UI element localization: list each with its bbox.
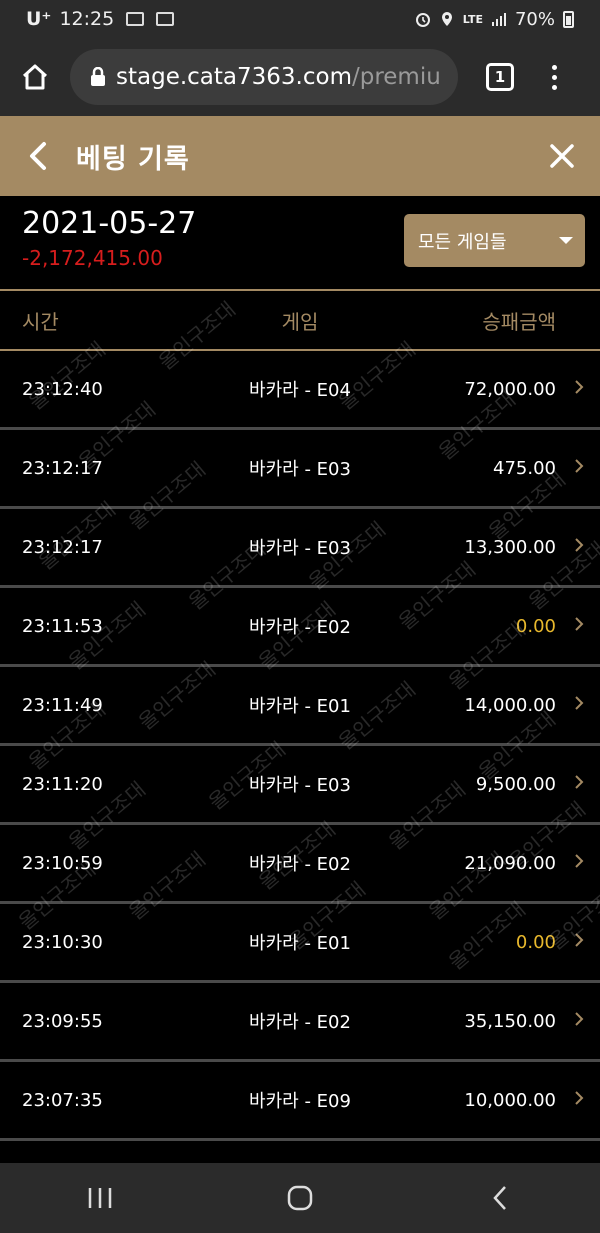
chevron-right-icon: [575, 617, 584, 631]
row-amount: 475.00: [493, 457, 556, 479]
table-row[interactable]: 23:10:59 바카라 - E02 21,090.00: [0, 825, 600, 904]
row-game: 바카라 - E02: [249, 617, 351, 638]
system-nav-bar: [0, 1163, 600, 1233]
network-label: LTE: [462, 12, 483, 26]
date-summary: 2021-05-27 -2,172,415.00 모든 게임들: [0, 196, 600, 290]
notification-icon: [126, 12, 145, 26]
url-path: /premiu: [351, 64, 441, 90]
back-button[interactable]: [0, 116, 76, 196]
chevron-right-icon: [575, 380, 584, 394]
table-header: 시간 게임 승패금액: [0, 292, 600, 349]
table-row[interactable]: 23:11:20 바카라 - E03 9,500.00: [0, 746, 600, 825]
battery-icon: [563, 10, 574, 28]
table-row[interactable]: 23:12:17 바카라 - E03 475.00: [0, 430, 600, 509]
chevron-right-icon: [575, 1091, 584, 1105]
row-amount: 0.00: [515, 615, 556, 637]
home-nav-button[interactable]: [260, 1163, 340, 1233]
row-game: 바카라 - E01: [249, 933, 351, 954]
game-filter-label: 모든 게임들: [418, 231, 507, 253]
row-amount: 10,000.00: [464, 1089, 556, 1111]
home-button[interactable]: [0, 38, 70, 116]
lock-icon: [90, 67, 106, 87]
table-row[interactable]: 23:07:35 바카라 - E09 10,000.00: [0, 1062, 600, 1141]
alarm-icon: [415, 13, 430, 27]
game-filter-dropdown[interactable]: 모든 게임들: [404, 214, 585, 267]
browser-toolbar: stage.cata7363.com/premiu 1: [0, 38, 600, 116]
daily-total: -2,172,415.00: [22, 246, 163, 270]
row-amount: 35,150.00: [464, 1010, 556, 1032]
close-button[interactable]: [524, 116, 600, 196]
row-amount: 72,000.00: [464, 378, 556, 400]
home-icon: [22, 64, 48, 90]
tab-switcher-button[interactable]: 1: [486, 63, 514, 91]
signal-icon: [491, 13, 506, 26]
table-row[interactable]: 23:11:53 바카라 - E02 0.00: [0, 588, 600, 667]
chevron-right-icon: [575, 1012, 584, 1026]
chevron-left-icon: [30, 142, 46, 170]
more-menu-button[interactable]: [552, 64, 557, 90]
battery-percent: 70%: [514, 8, 555, 30]
close-icon: [550, 144, 574, 168]
recent-apps-icon: [88, 1188, 112, 1208]
page-title: 베팅 기록: [76, 143, 190, 175]
page-header: 베팅 기록: [0, 116, 600, 196]
chevron-right-icon: [575, 933, 584, 947]
chevron-right-icon: [575, 854, 584, 868]
row-amount: 9,500.00: [475, 773, 556, 795]
status-time: 12:25: [59, 8, 115, 30]
back-nav-icon: [493, 1186, 506, 1210]
table-row[interactable]: 23:09:55 바카라 - E02 35,150.00: [0, 983, 600, 1062]
url-host: stage.cata7363.com: [116, 64, 352, 90]
selected-date[interactable]: 2021-05-27: [22, 206, 196, 241]
bet-history-list: 23:12:40 바카라 - E04 72,000.00 23:12:17 바카…: [0, 351, 600, 1141]
chevron-right-icon: [575, 459, 584, 473]
status-bar: U⁺ 12:25 LTE 70%: [0, 0, 600, 38]
table-row[interactable]: 23:11:49 바카라 - E01 14,000.00: [0, 667, 600, 746]
url-bar[interactable]: stage.cata7363.com/premiu: [70, 49, 458, 105]
divider: [0, 289, 600, 291]
column-header-amount: 승패금액: [482, 310, 556, 334]
row-amount: 21,090.00: [464, 852, 556, 874]
chevron-right-icon: [575, 538, 584, 552]
recent-apps-button[interactable]: [60, 1163, 140, 1233]
chevron-right-icon: [575, 696, 584, 710]
home-nav-icon: [287, 1185, 313, 1211]
table-row[interactable]: 23:10:30 바카라 - E01 0.00: [0, 904, 600, 983]
notification-icon: [156, 12, 175, 26]
row-amount: 0.00: [515, 931, 556, 953]
back-nav-button[interactable]: [460, 1163, 540, 1233]
caret-down-icon: [559, 237, 573, 244]
chevron-right-icon: [575, 775, 584, 789]
row-amount: 13,300.00: [464, 536, 556, 558]
carrier-label: U⁺: [26, 8, 52, 30]
row-amount: 14,000.00: [464, 694, 556, 716]
location-icon: [441, 12, 452, 26]
table-row[interactable]: 23:12:40 바카라 - E04 72,000.00: [0, 351, 600, 430]
table-row[interactable]: 23:12:17 바카라 - E03 13,300.00: [0, 509, 600, 588]
